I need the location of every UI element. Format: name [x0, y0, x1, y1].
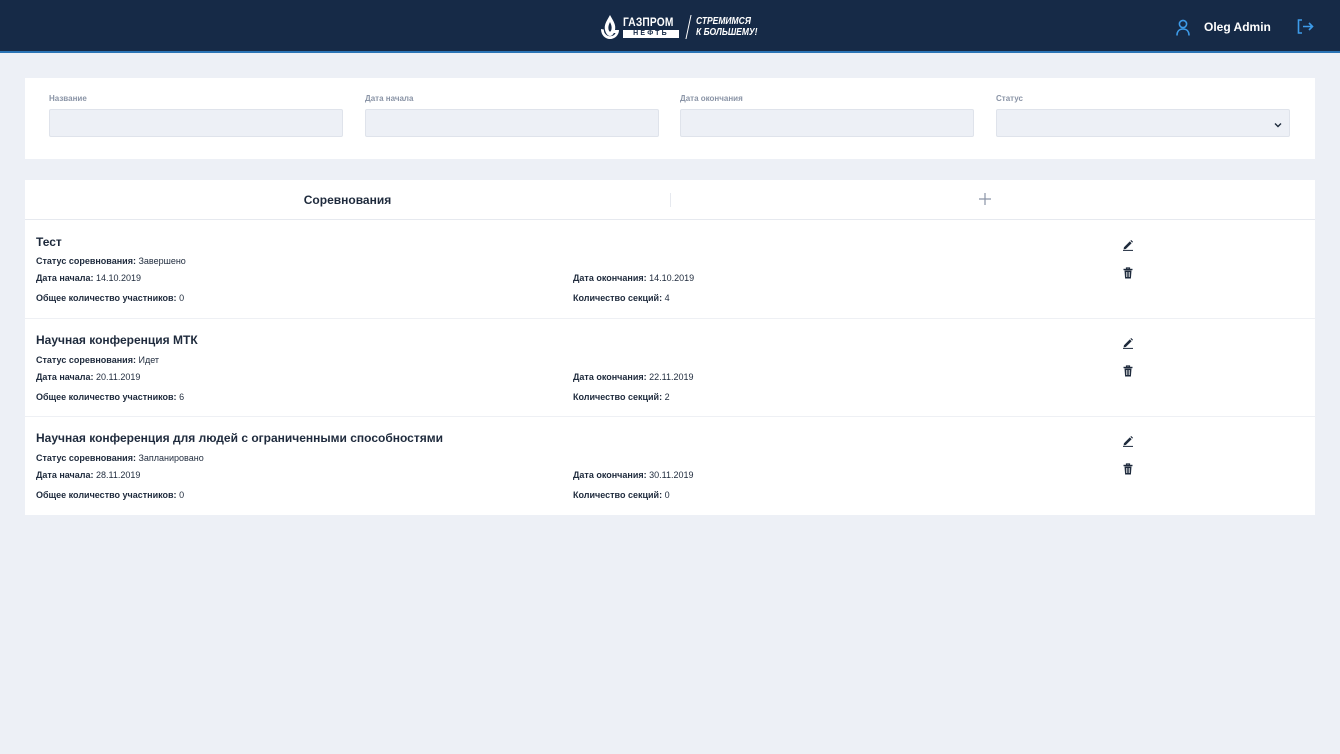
user-icon	[1176, 19, 1190, 36]
participants-value: 0	[179, 293, 185, 303]
start-value: 20.11.2019	[96, 372, 141, 382]
filter-status: Статус	[996, 94, 1290, 137]
competition-status: Статус соревнования: Идет	[36, 354, 159, 366]
sections-value: 4	[664, 293, 670, 303]
pencil-icon[interactable]	[1122, 337, 1134, 349]
plus-icon[interactable]	[978, 192, 992, 206]
start-label: Дата начала:	[36, 273, 94, 283]
slogan-line-1: СТРЕМИМСЯ	[696, 16, 752, 27]
start-date-input[interactable]	[365, 109, 659, 137]
end-value: 14.10.2019	[649, 273, 695, 283]
status-value: Идет	[138, 355, 160, 365]
start-value: 14.10.2019	[96, 273, 142, 283]
end-date-input[interactable]	[680, 109, 974, 137]
end-label: Дата окончания:	[573, 372, 647, 382]
flame-logo-icon	[601, 15, 619, 39]
competition-start: Дата начала: 20.11.2019	[36, 371, 140, 383]
filter-end-label: Дата окончания	[680, 94, 743, 103]
trash-icon[interactable]	[1122, 365, 1134, 377]
pencil-icon[interactable]	[1122, 239, 1134, 251]
competition-title: Научная конференция МТК	[36, 333, 198, 347]
trash-icon[interactable]	[1122, 463, 1134, 475]
status-select-wrap	[996, 109, 1290, 137]
competition-start: Дата начала: 28.11.2019	[36, 469, 140, 481]
participants-label: Общее количество участников:	[36, 293, 177, 303]
slogan: СТРЕМИМСЯ К БОЛЬШЕМУ!	[696, 16, 758, 38]
status-value: Завершено	[138, 256, 186, 266]
competition-title: Научная конференция для людей с ограниче…	[36, 431, 443, 445]
top-header: ГАЗПРОМ НЕФТЬ СТРЕМИМСЯ К БОЛЬШЕМУ! Oleg…	[0, 0, 1340, 53]
status-select[interactable]	[996, 109, 1290, 137]
user-name: Oleg Admin	[1204, 20, 1271, 34]
end-value: 30.11.2019	[649, 470, 694, 480]
list-item: Научная конференция МТК Статус соревнова…	[25, 319, 1315, 417]
filter-end-date: Дата окончания	[680, 94, 974, 137]
status-label: Статус соревнования:	[36, 355, 136, 365]
gazprom-neft-logo[interactable]: ГАЗПРОМ НЕФТЬ СТРЕМИМСЯ К БОЛЬШЕМУ!	[599, 10, 769, 44]
competition-title: Тест	[36, 235, 62, 249]
filters-panel: Название Дата начала Дата окончания Стат…	[25, 78, 1315, 159]
start-label: Дата начала:	[36, 372, 94, 382]
sections-label: Количество секций:	[573, 490, 663, 500]
competition-status: Статус соревнования: Завершено	[36, 255, 186, 267]
end-label: Дата окончания:	[573, 470, 647, 480]
pencil-icon[interactable]	[1122, 435, 1134, 447]
competition-start: Дата начала: 14.10.2019	[36, 272, 141, 284]
start-value: 28.11.2019	[96, 470, 141, 480]
competitions-list: Соревнования Тест Статус соревнования: З…	[25, 180, 1315, 515]
filter-start-label: Дата начала	[365, 94, 414, 103]
participants-label: Общее количество участников:	[36, 392, 177, 402]
start-label: Дата начала:	[36, 470, 94, 480]
filter-status-label: Статус	[996, 94, 1023, 103]
competition-participants: Общее количество участников: 0	[36, 292, 184, 304]
brand-sub: НЕФТЬ	[623, 30, 679, 38]
status-label: Статус соревнования:	[36, 256, 136, 266]
competition-end: Дата окончания: 14.10.2019	[573, 272, 694, 284]
competition-participants: Общее количество участников: 6	[36, 391, 184, 403]
trash-icon[interactable]	[1122, 267, 1134, 279]
logo-separator	[685, 15, 692, 39]
competition-end: Дата окончания: 22.11.2019	[573, 371, 694, 383]
sections-label: Количество секций:	[573, 392, 663, 402]
user-menu[interactable]: Oleg Admin	[1176, 18, 1271, 36]
competition-sections: Количество секций: 0	[573, 489, 670, 501]
brand-text: ГАЗПРОМ НЕФТЬ	[623, 16, 682, 38]
sections-label: Количество секций:	[573, 293, 663, 303]
competition-end: Дата окончания: 30.11.2019	[573, 469, 694, 481]
list-item: Научная конференция для людей с ограниче…	[25, 417, 1315, 515]
competition-sections: Количество секций: 4	[573, 292, 670, 304]
end-label: Дата окончания:	[573, 273, 647, 283]
list-title: Соревнования	[303, 193, 392, 207]
list-header: Соревнования	[25, 180, 1315, 220]
filter-name: Название	[49, 94, 343, 137]
header-divider	[670, 193, 671, 207]
participants-value: 0	[179, 490, 185, 500]
end-value: 22.11.2019	[649, 372, 694, 382]
competition-status: Статус соревнования: Запланировано	[36, 452, 204, 464]
filter-start-date: Дата начала	[365, 94, 659, 137]
sections-value: 2	[664, 392, 670, 402]
list-item: Тест Статус соревнования: Завершено Дата…	[25, 221, 1315, 319]
logout-icon[interactable]	[1297, 19, 1314, 34]
competition-sections: Количество секций: 2	[573, 391, 670, 403]
slogan-line-2: К БОЛЬШЕМУ!	[696, 27, 758, 38]
participants-value: 6	[179, 392, 185, 402]
status-value: Запланировано	[138, 453, 204, 463]
status-label: Статус соревнования:	[36, 453, 136, 463]
competition-participants: Общее количество участников: 0	[36, 489, 184, 501]
filter-name-label: Название	[49, 94, 87, 103]
name-input[interactable]	[49, 109, 343, 137]
participants-label: Общее количество участников:	[36, 490, 177, 500]
sections-value: 0	[664, 490, 670, 500]
brand-name: ГАЗПРОМ	[623, 15, 674, 29]
